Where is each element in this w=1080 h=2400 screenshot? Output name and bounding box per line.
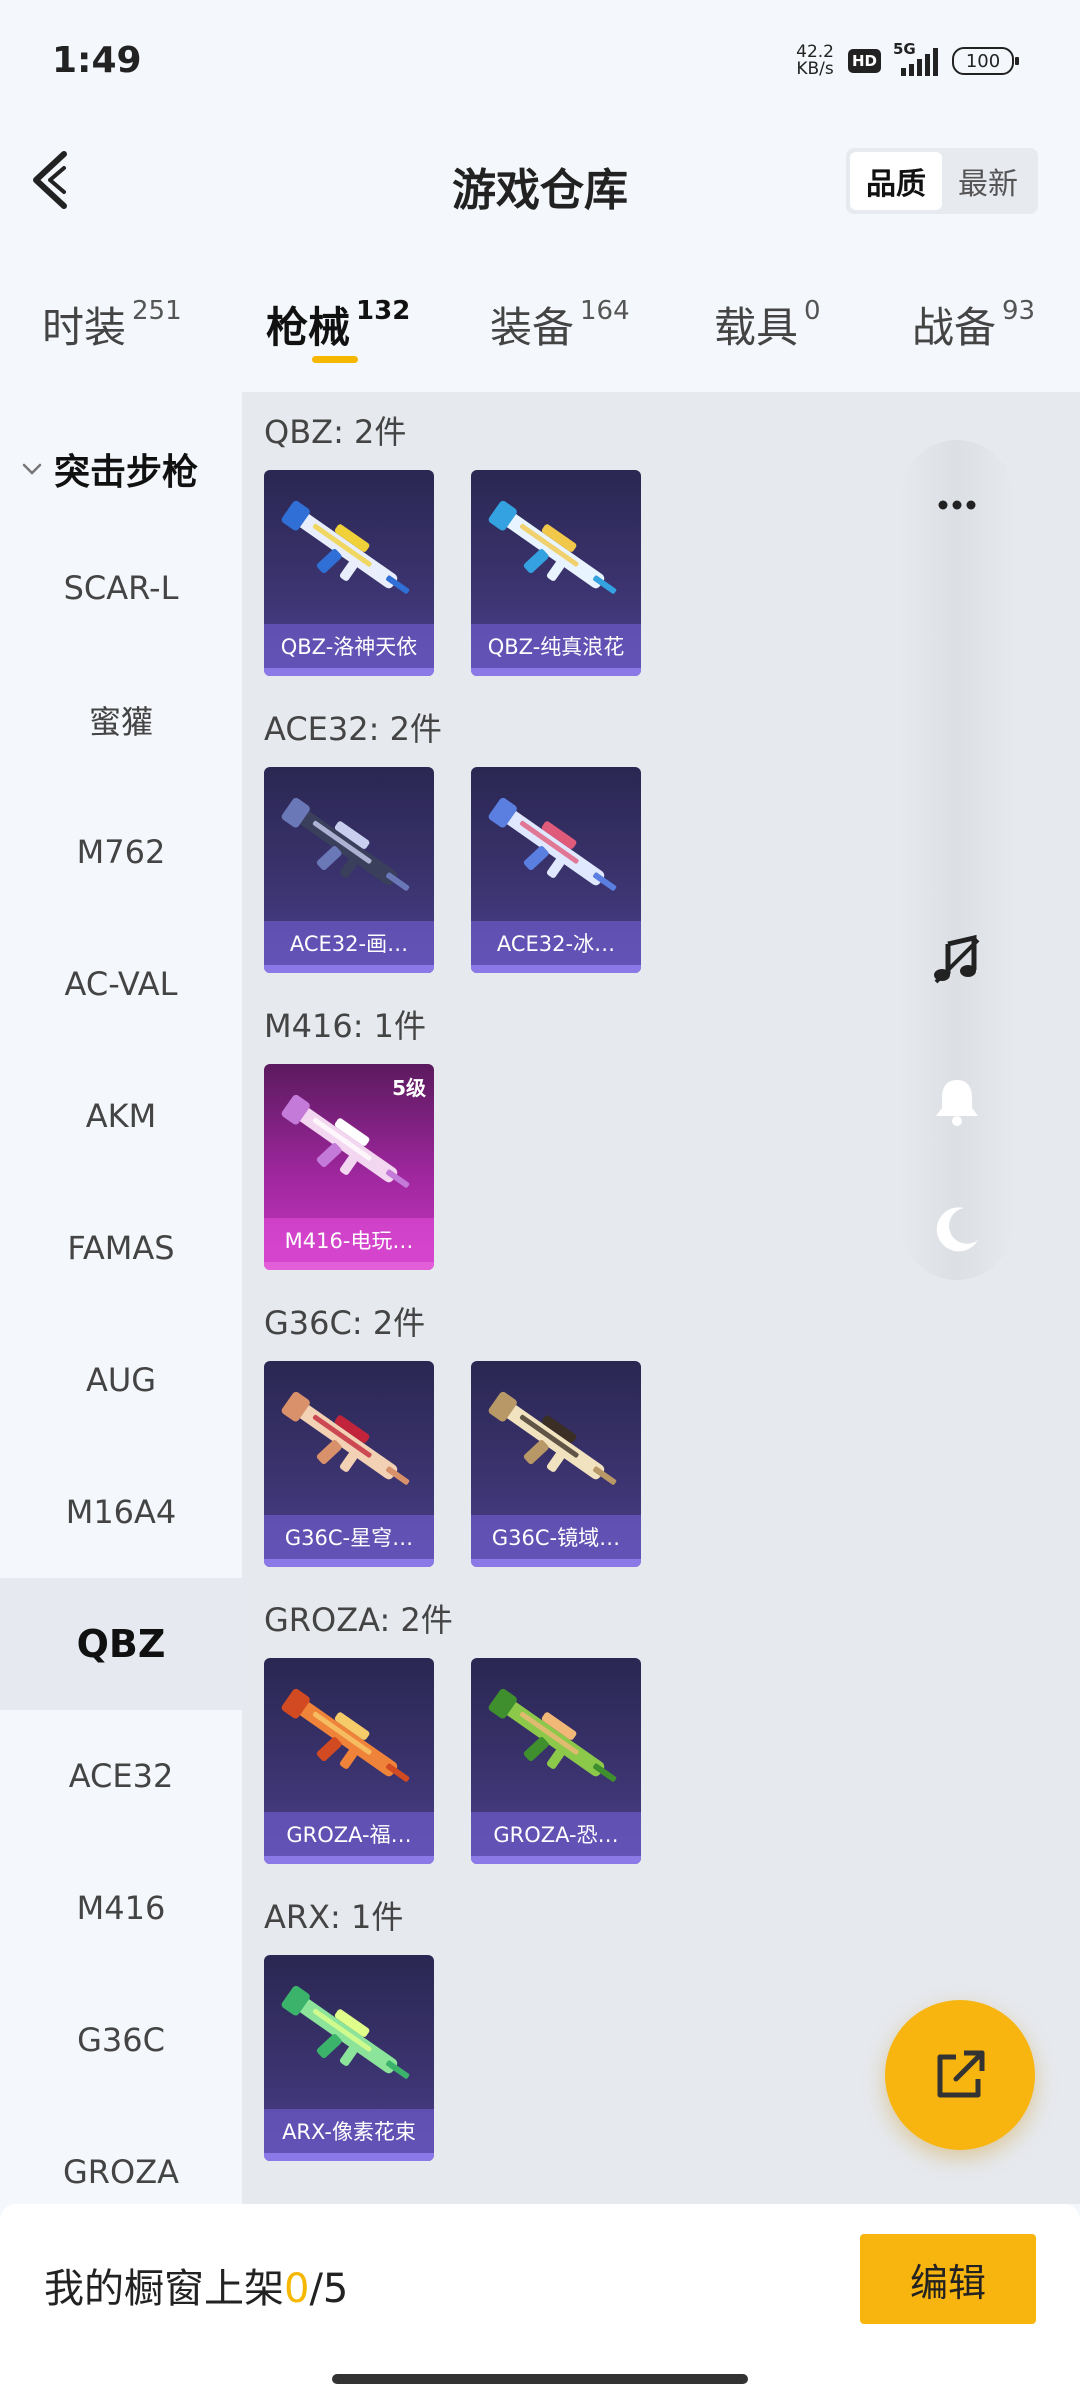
sidebar-group-assault-rifle[interactable]: 突击步枪 [0, 432, 242, 506]
active-tab-indicator [312, 356, 358, 363]
external-link-icon [937, 2050, 985, 2098]
skin-card[interactable]: QBZ-洛神天依 [264, 470, 434, 676]
tab-vehicles[interactable]: 载具 0 [714, 294, 821, 355]
battery-icon: 100 [952, 47, 1019, 75]
skin-name: ARX-像素花束 [264, 2109, 434, 2161]
sidebar-item-honey-badger[interactable]: 蜜獾 [0, 654, 242, 786]
sidebar-item-qbz[interactable]: QBZ [0, 1578, 242, 1710]
sidebar-item-ac-val[interactable]: AC-VAL [0, 918, 242, 1050]
weapon-type-sidebar: 突击步枪 SCAR-L 蜜獾 M762 AC-VAL AKM FAMAS AUG… [0, 392, 242, 2204]
section-title: QBZ: 2件 [264, 413, 407, 451]
skin-name: G36C-镜域… [471, 1515, 641, 1567]
weapon-skin-image [488, 500, 617, 594]
skin-card[interactable]: GROZA-福… [264, 1658, 434, 1864]
section-groza: GROZA: 2件 GROZA-福… GROZA-恐… [264, 1594, 641, 1864]
sidebar-item-aug[interactable]: AUG [0, 1314, 242, 1446]
weapon-skin-image [281, 797, 410, 891]
weapon-skin-image [488, 1688, 617, 1782]
section-qbz: QBZ: 2件 QBZ-洛神天依 QBZ-纯真浪花 [264, 406, 641, 676]
weapon-skin-image [488, 1391, 617, 1485]
skin-card[interactable]: ACE32-冰… [471, 767, 641, 973]
sidebar-item-m16a4[interactable]: M16A4 [0, 1446, 242, 1578]
skin-name: M416-电玩… [264, 1218, 434, 1270]
sort-latest-option[interactable]: 最新 [942, 152, 1034, 210]
sidebar-item-m416[interactable]: M416 [0, 1842, 242, 1974]
section-title: ARX: 1件 [264, 1898, 404, 1936]
skin-card[interactable]: 5级 M416-电玩… [264, 1064, 434, 1270]
showcase-total-count: /5 [309, 2266, 349, 2312]
tab-weapons[interactable]: 枪械 132 [266, 294, 410, 355]
floating-side-panel [900, 440, 1014, 1280]
sidebar-item-scar-l[interactable]: SCAR-L [0, 522, 242, 654]
skin-name: GROZA-恐… [471, 1812, 641, 1864]
header: 游戏仓库 品质 最新 [0, 140, 1080, 220]
skin-name: G36C-星穹… [264, 1515, 434, 1567]
skin-card[interactable]: G36C-镜域… [471, 1361, 641, 1567]
section-title: ACE32: 2件 [264, 710, 442, 748]
sort-quality-option[interactable]: 品质 [850, 152, 942, 210]
showcase-used-count: 0 [284, 2266, 310, 2312]
skin-card[interactable]: GROZA-恐… [471, 1658, 641, 1864]
weapon-skin-image [281, 1094, 410, 1188]
moon-icon[interactable] [928, 1200, 986, 1258]
section-m416: M416: 1件 5级 M416-电玩… [264, 1000, 434, 1270]
showcase-bar: 我的橱窗上架0/5 编辑 [0, 2204, 1080, 2400]
category-tabs: 时装 251 枪械 132 装备 164 载具 0 战备 93 [0, 280, 1080, 380]
skin-name: ACE32-冰… [471, 921, 641, 973]
tab-fashion[interactable]: 时装 251 [42, 294, 182, 355]
status-bar: 1:49 42.2 KB/s HD 5G 100 [0, 0, 1080, 130]
sidebar-item-m762[interactable]: M762 [0, 786, 242, 918]
section-arx: ARX: 1件 ARX-像素花束 [264, 1891, 434, 2161]
sidebar-item-ace32[interactable]: ACE32 [0, 1710, 242, 1842]
skin-name: GROZA-福… [264, 1812, 434, 1864]
weapon-skin-image [281, 1391, 410, 1485]
skin-level-badge: 5级 [392, 1076, 426, 1100]
weapon-skin-image [281, 1688, 410, 1782]
skin-card[interactable]: ARX-像素花束 [264, 1955, 434, 2161]
weapon-skin-image [281, 1985, 410, 2079]
signal-icon: 5G [893, 40, 938, 76]
share-fab-button[interactable] [885, 2000, 1035, 2150]
showcase-label: 我的橱窗上架0/5 [44, 2266, 349, 2312]
net-speed: 42.2 KB/s [796, 42, 834, 79]
skin-card[interactable]: QBZ-纯真浪花 [471, 470, 641, 676]
sidebar-item-akm[interactable]: AKM [0, 1050, 242, 1182]
bell-icon[interactable] [928, 1072, 986, 1130]
section-title: M416: 1件 [264, 1007, 427, 1045]
status-icons: 42.2 KB/s HD 5G 100 [796, 40, 1019, 79]
skin-card[interactable]: ACE32-画… [264, 767, 434, 973]
skin-name: QBZ-洛神天依 [264, 624, 434, 676]
section-title: GROZA: 2件 [264, 1601, 453, 1639]
hd-icon: HD [847, 49, 881, 73]
section-title: G36C: 2件 [264, 1304, 426, 1342]
sidebar-item-g36c[interactable]: G36C [0, 1974, 242, 2106]
sort-toggle: 品质 最新 [846, 148, 1038, 214]
edit-button[interactable]: 编辑 [860, 2234, 1036, 2324]
section-g36c: G36C: 2件 G36C-星穹… G36C-镜域… [264, 1297, 641, 1567]
chevron-down-icon [22, 463, 42, 475]
skin-name: ACE32-画… [264, 921, 434, 973]
weapon-skin-image [281, 500, 410, 594]
skin-card[interactable]: G36C-星穹… [264, 1361, 434, 1567]
music-off-icon[interactable] [928, 930, 986, 988]
more-icon[interactable] [928, 476, 986, 534]
tab-equipment[interactable]: 装备 164 [490, 294, 630, 355]
tab-supplies[interactable]: 战备 93 [912, 294, 1035, 355]
status-time: 1:49 [52, 40, 142, 81]
home-indicator[interactable] [332, 2374, 748, 2384]
skin-name: QBZ-纯真浪花 [471, 624, 641, 676]
sidebar-item-famas[interactable]: FAMAS [0, 1182, 242, 1314]
section-ace32: ACE32: 2件 ACE32-画… ACE32-冰… [264, 703, 641, 973]
weapon-skin-image [488, 797, 617, 891]
sidebar-item-groza[interactable]: GROZA [0, 2106, 242, 2204]
